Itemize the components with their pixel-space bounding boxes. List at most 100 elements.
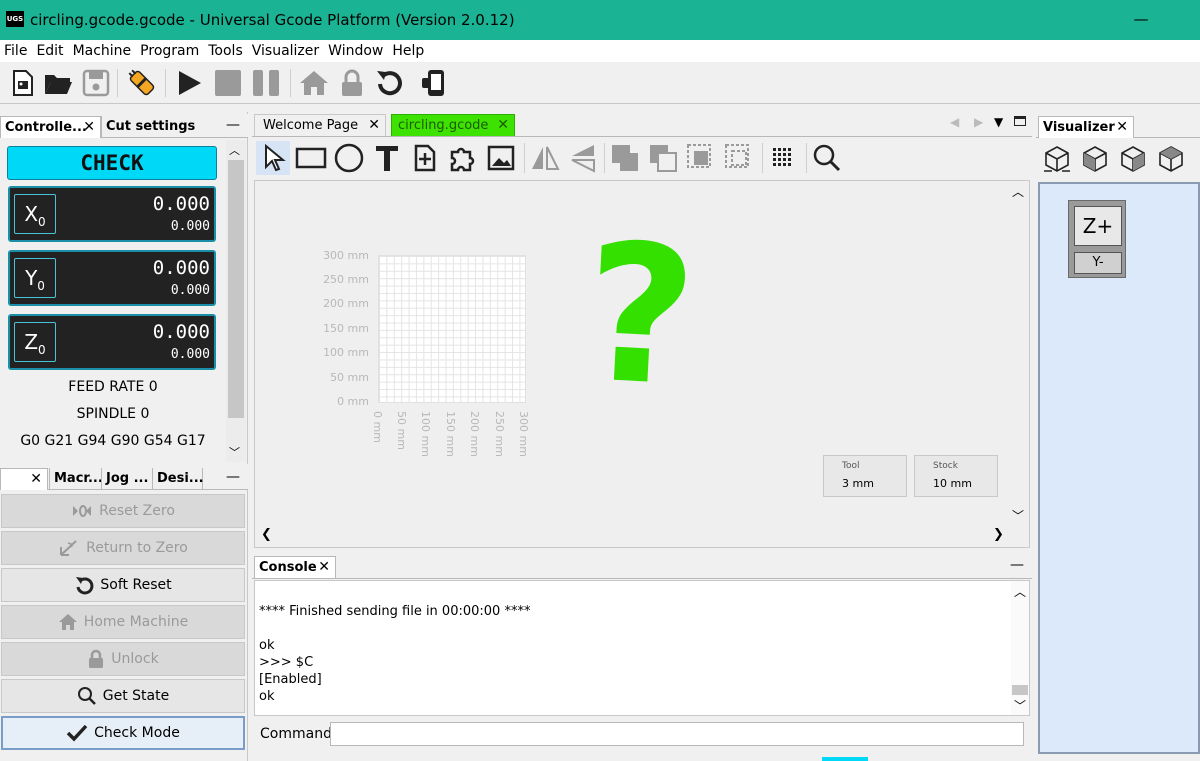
menu-file[interactable]: File [0,40,32,62]
unlock-button[interactable]: Unlock [1,642,245,676]
device-icon[interactable] [418,67,450,99]
minimize-panel-button[interactable]: — [224,470,242,486]
tab-list-icon[interactable]: ▼ [994,115,1003,129]
tab-controller[interactable]: Controlle... ✕ [0,116,101,138]
menu-edit[interactable]: Edit [32,40,68,62]
image-tool-icon[interactable] [484,141,518,175]
close-icon[interactable]: ✕ [368,115,380,136]
tab-console[interactable]: Console ✕ [254,556,336,578]
undo-icon[interactable] [374,67,406,99]
zero-z-button[interactable]: Z0 [14,322,56,362]
tab-designer[interactable]: Desi... [152,468,204,490]
save-icon[interactable] [80,67,112,99]
home-icon[interactable] [298,67,330,99]
rectangle-tool-icon[interactable] [294,141,328,175]
console-output[interactable]: **** Finished sending file in 00:00:00 *… [254,580,1030,716]
grid-icon[interactable] [766,141,800,175]
tab-welcome-page[interactable]: Welcome Page ✕ [254,114,386,136]
minimize-panel-button[interactable]: — [224,118,242,134]
tab-macros[interactable]: Macr... [49,468,103,490]
tab-jog[interactable]: Jog ... [101,468,152,490]
text-tool-icon[interactable] [370,141,404,175]
tab-scroll-right-icon[interactable]: ▶ [974,115,983,129]
scroll-thumb[interactable] [228,160,244,418]
puzzle-tool-icon[interactable] [446,141,480,175]
controller-scrollbar[interactable]: ︿ ﹀ [226,140,246,462]
tab-scroll-left-icon[interactable]: ◀ [950,115,959,129]
close-icon[interactable]: ✕ [30,469,42,490]
console-line: [Enabled] [259,672,322,687]
close-icon[interactable]: ✕ [1116,117,1128,138]
scroll-up-icon[interactable]: ︿ [1014,583,1026,600]
view-cube-top[interactable]: Z+ [1074,206,1122,246]
connect-plug-icon[interactable] [126,67,158,99]
design-canvas[interactable]: 300 mm 250 mm 200 mm 150 mm 100 mm 50 mm… [254,180,1030,548]
menu-machine[interactable]: Machine [69,40,137,62]
open-folder-icon[interactable] [42,67,74,99]
window-title: circling.gcode.gcode - Universal Gcode P… [30,11,515,29]
y-tick-label: 150 mm [323,322,369,335]
scroll-right-icon[interactable]: ❯ [993,527,1004,542]
menu-visualizer[interactable]: Visualizer [248,40,324,62]
union-icon[interactable] [608,141,642,175]
split-icon[interactable] [722,141,756,175]
get-state-button[interactable]: Get State [1,679,245,713]
tab-actions[interactable]: ✕ [0,468,48,490]
view-cube-front[interactable]: Y- [1074,252,1122,274]
new-file-icon[interactable] [6,67,38,99]
designer-toolbar [252,136,1032,180]
return-to-zero-button[interactable]: Return to Zero [1,531,245,565]
close-icon[interactable]: ✕ [83,117,95,138]
lock-icon[interactable] [336,67,368,99]
close-icon[interactable]: ✕ [318,557,330,578]
status-indicator [822,757,868,761]
scroll-up-icon[interactable]: ︿ [229,142,240,158]
view-cube[interactable]: Z+ Y- [1068,200,1126,278]
command-input[interactable] [330,722,1024,746]
visualizer-canvas[interactable]: Z+ Y- [1038,182,1200,754]
y-tick-label: 100 mm [323,346,369,359]
menu-help[interactable]: Help [388,40,429,62]
reset-zero-button[interactable]: Reset Zero [1,494,245,528]
circle-tool-icon[interactable] [332,141,366,175]
close-icon[interactable]: ✕ [497,115,509,136]
minimize-panel-button[interactable]: — [1008,558,1026,574]
scroll-down-icon[interactable]: ﹀ [229,444,240,460]
menu-window[interactable]: Window [324,40,388,62]
menu-program[interactable]: Program [136,40,204,62]
flip-vertical-icon[interactable] [566,141,600,175]
play-icon[interactable] [174,67,206,99]
tab-cut-settings[interactable]: Cut settings [101,116,203,138]
y-tick-label: 0 mm [337,395,369,408]
tab-circling-gcode[interactable]: circling.gcode ✕ [391,114,515,136]
scroll-left-icon[interactable]: ❮ [261,527,272,542]
intersection-icon[interactable] [684,141,718,175]
soft-reset-button[interactable]: Soft Reset [1,568,245,602]
scroll-down-icon[interactable]: ﹀ [1014,697,1026,714]
scroll-up-icon[interactable]: ︿ [1012,183,1024,200]
scroll-down-icon[interactable]: ﹀ [1012,507,1024,524]
zero-y-button[interactable]: Y0 [14,258,56,298]
view-side-icon[interactable] [1118,144,1148,176]
pause-icon[interactable] [250,67,282,99]
zero-x-button[interactable]: X0 [14,194,56,234]
pointer-tool-icon[interactable] [256,141,290,175]
tab-visualizer[interactable]: Visualizer ✕ [1038,116,1134,138]
checkmark-icon [66,724,88,742]
console-scrollbar[interactable]: ︿ ﹀ [1011,581,1029,715]
zoom-icon[interactable] [810,141,844,175]
view-front-icon[interactable] [1080,144,1110,176]
view-iso-icon[interactable] [1042,144,1072,176]
home-machine-button[interactable]: Home Machine [1,605,245,639]
view-top-icon[interactable] [1156,144,1186,176]
y-tick-label: 50 mm [330,371,369,384]
menu-tools[interactable]: Tools [204,40,248,62]
minimize-button[interactable]: — [1126,8,1156,32]
import-tool-icon[interactable] [408,141,442,175]
check-mode-button[interactable]: Check Mode [1,716,245,750]
subtract-icon[interactable] [646,141,680,175]
stop-icon[interactable] [212,67,244,99]
scroll-thumb[interactable] [1012,685,1028,695]
maximize-icon[interactable] [1014,116,1026,126]
flip-horizontal-icon[interactable] [528,141,562,175]
